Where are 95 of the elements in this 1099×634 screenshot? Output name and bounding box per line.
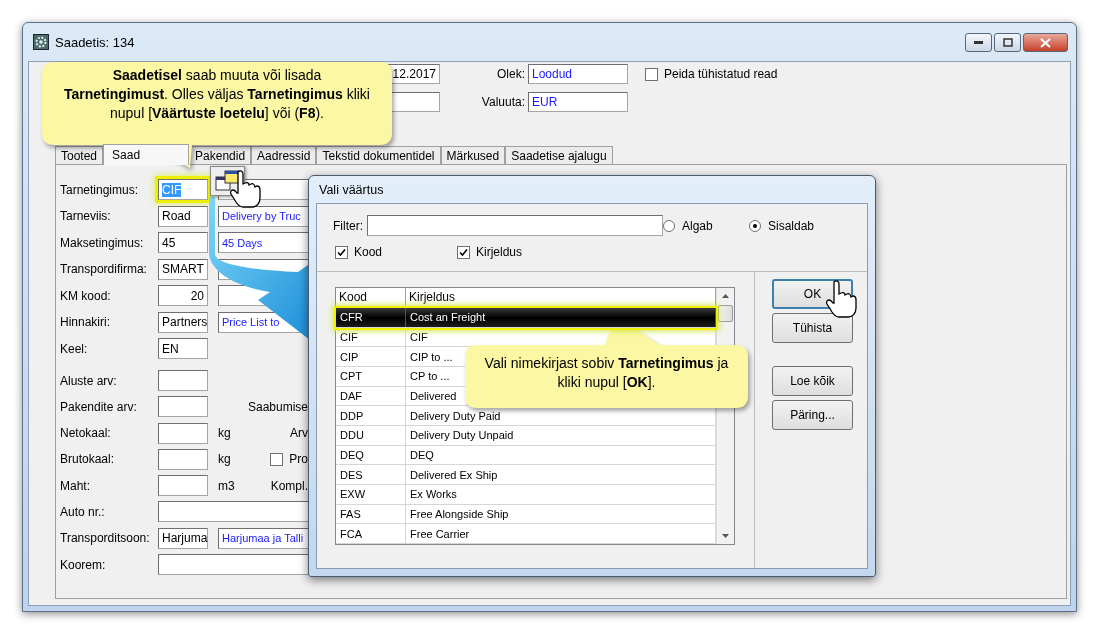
dialog-button[interactable]: Loe kõik: [772, 366, 853, 396]
checkbox-label: Pro: [289, 452, 308, 467]
tab[interactable]: Pakendid: [189, 146, 252, 164]
field-label: Olek:: [496, 67, 525, 81]
radio-button[interactable]: [663, 219, 675, 232]
field-label: Maht:: [60, 478, 91, 493]
list-row[interactable]: DDU Delivery Duty Unpaid: [336, 426, 716, 446]
lookup-field[interactable]: Loodud: [528, 64, 628, 84]
code-field[interactable]: Road: [158, 205, 208, 227]
scrollbar-thumb[interactable]: [718, 305, 733, 322]
code-field[interactable]: 20: [158, 285, 208, 306]
dialog-title: Vali väärtus: [319, 182, 384, 197]
hand-cursor-icon: [228, 170, 262, 210]
unit-label: kg: [218, 452, 231, 467]
radio-label: Sisaldab: [768, 218, 815, 233]
table-cell: FCA: [336, 524, 406, 544]
field-label: Aluste arv:: [60, 373, 118, 388]
table-cell: DAF: [336, 386, 406, 406]
tab[interactable]: Aadressid: [251, 146, 317, 164]
table-cell: EXW: [336, 485, 406, 504]
lookup-field[interactable]: EUR: [528, 92, 628, 112]
checkbox-label: Peida tühistatud read: [664, 67, 778, 81]
field-label: Auto nr.:: [60, 505, 106, 519]
check-icon: [337, 247, 346, 257]
close-button[interactable]: [1023, 33, 1068, 52]
window-title: Saadetis: 134: [55, 34, 135, 50]
gear-icon: [33, 34, 49, 50]
field-label: Tarneviis:: [60, 209, 112, 223]
table-cell: CIF: [336, 327, 406, 347]
field-label: KM kood:: [60, 288, 112, 303]
checkbox[interactable]: [270, 452, 284, 466]
field-label: Saabumise: [247, 399, 308, 414]
code-field[interactable]: [158, 370, 208, 391]
list-row[interactable]: EXW Ex Works: [336, 485, 716, 505]
minimize-button[interactable]: [965, 33, 992, 52]
field-label: Brutokaal:: [60, 452, 116, 467]
field-label: Valuuta:: [480, 95, 525, 109]
list-row[interactable]: CFR Cost an Freight: [336, 308, 716, 328]
close-icon: [1040, 37, 1051, 48]
radio-label: Algab: [682, 218, 713, 233]
code-field[interactable]: [158, 396, 208, 418]
tab[interactable]: Tekstid dokumentidel: [316, 146, 441, 164]
field-label: Koorem:: [60, 557, 107, 572]
tab[interactable]: Märkused: [440, 146, 506, 164]
unit-label: kg: [218, 426, 231, 441]
checkbox[interactable]: [645, 67, 658, 81]
field-label: Hinnakiri:: [60, 315, 111, 329]
dialog-button[interactable]: Tühista: [772, 313, 853, 343]
tab[interactable]: Saad: [103, 144, 190, 165]
radio-button[interactable]: [749, 219, 761, 232]
field-label: Kompl.: [270, 478, 308, 493]
list-row[interactable]: FCA Free Carrier: [336, 524, 716, 545]
field-label: Tarnetingimus:: [60, 182, 140, 197]
code-field[interactable]: SMART: [158, 258, 208, 280]
code-field[interactable]: [158, 475, 208, 497]
list-row[interactable]: DEQ DEQ: [336, 445, 716, 466]
filter-field[interactable]: [367, 215, 663, 236]
code-field[interactable]: EN: [158, 338, 208, 359]
table-cell: Cost an Freight: [406, 308, 716, 327]
table-cell: DDU: [336, 426, 406, 445]
checkbox[interactable]: [335, 245, 348, 259]
code-field[interactable]: 45: [158, 232, 208, 253]
checkbox[interactable]: [457, 245, 470, 259]
field-label: Maksetingimus:: [60, 235, 145, 250]
list-row[interactable]: FAS Free Alongside Ship: [336, 504, 716, 525]
checkbox-label: Kirjeldus: [476, 245, 523, 259]
maximize-icon: [1002, 38, 1013, 47]
table-cell: DEQ: [336, 445, 406, 465]
table-cell: CFR: [336, 308, 406, 327]
dialog-button[interactable]: Päring...: [772, 400, 853, 430]
table-cell: DES: [336, 465, 406, 485]
tab[interactable]: Saadetise ajalugu: [505, 146, 613, 164]
field-label: Pakendite arv:: [60, 399, 138, 414]
field-label: Filter:: [333, 218, 363, 233]
field-label: Keel:: [60, 341, 89, 356]
minimize-icon: [974, 41, 983, 44]
checkbox-label: Kood: [354, 245, 383, 259]
maximize-button[interactable]: [994, 33, 1021, 52]
table-cell: CIP: [336, 347, 406, 366]
check-icon: [459, 247, 468, 257]
hand-cursor-icon: [824, 280, 858, 320]
field-label: Arv: [290, 426, 308, 441]
code-field[interactable]: Partners: [158, 311, 208, 333]
table-cell: CPT: [336, 367, 406, 386]
field-label: Netokaal:: [60, 426, 112, 441]
table-cell: FAS: [336, 504, 406, 524]
code-field[interactable]: Harjuma: [158, 527, 208, 549]
code-field[interactable]: [158, 422, 208, 444]
tab[interactable]: Tooted: [55, 146, 104, 164]
code-field[interactable]: [158, 448, 208, 470]
table-cell: DDP: [336, 406, 406, 425]
list-row[interactable]: DES Delivered Ex Ship: [336, 465, 716, 486]
field-label: Transporditsoon:: [60, 531, 151, 546]
field-label: Transpordifirma:: [60, 262, 148, 276]
unit-label: m3: [218, 478, 235, 493]
